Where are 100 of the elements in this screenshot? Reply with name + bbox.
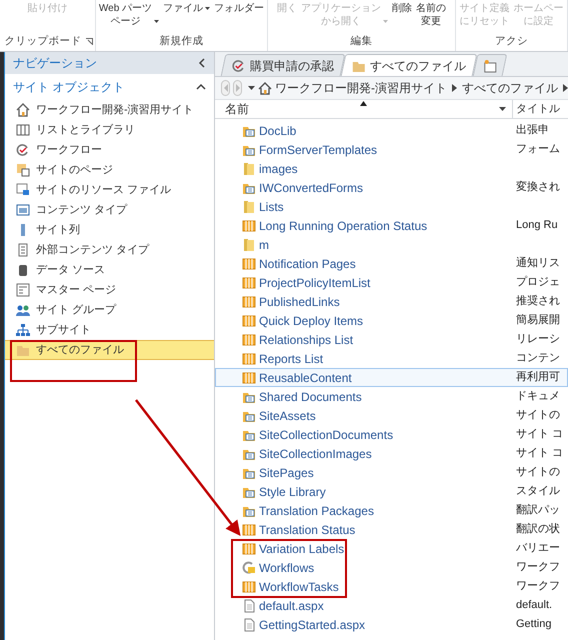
page-layout-icon xyxy=(16,283,30,297)
file-name[interactable]: Lists xyxy=(259,198,284,216)
image-icon xyxy=(16,183,30,197)
table-row[interactable]: default.aspx default. xyxy=(215,596,568,615)
window-icon xyxy=(16,203,30,217)
table-row[interactable]: images xyxy=(215,159,568,178)
table-row[interactable]: DocLib 出張申 xyxy=(215,121,568,140)
table-cell-text: 翻訳パッ xyxy=(515,503,560,518)
workflow-icon xyxy=(16,143,30,157)
file-name[interactable]: Notification Pages xyxy=(259,254,356,272)
file-name[interactable]: IWConvertedForms xyxy=(259,178,364,196)
file-name[interactable]: WorkflowTasks xyxy=(259,578,339,596)
launcher-icon[interactable] xyxy=(86,38,92,45)
table-row[interactable]: Lists xyxy=(215,197,568,216)
file-name[interactable]: DocLib xyxy=(259,122,296,140)
file-name[interactable]: FormServerTemplates xyxy=(259,140,378,158)
table-row[interactable]: Long Running Operation Status Long Ru xyxy=(215,216,568,235)
table-row[interactable]: FormServerTemplates フォーム xyxy=(215,140,568,159)
ribbon-button[interactable]: ファイル xyxy=(163,2,210,15)
nav-item[interactable]: すべてのファイル xyxy=(5,340,214,360)
nav-item[interactable]: コンテンツ タイプ xyxy=(5,200,214,220)
table-cell-text: 出張申 xyxy=(515,123,549,138)
ribbon-button[interactable]: 削除 xyxy=(392,2,412,15)
file-name[interactable]: SiteCollectionDocuments xyxy=(259,426,394,444)
dropdown-icon[interactable] xyxy=(499,107,506,111)
ribbon-button[interactable]: 名前の 変更 xyxy=(416,2,446,28)
table-row[interactable]: ProjectPolicyItemList プロジェ xyxy=(215,273,568,292)
file-name[interactable]: SiteAssets xyxy=(259,406,316,424)
column-header[interactable]: 名前 xyxy=(225,100,249,118)
ribbon-button[interactable]: Web パーツ ページ xyxy=(98,2,160,28)
nav-item[interactable]: サイト列 xyxy=(5,220,214,240)
nav-title: ナビゲーション xyxy=(13,55,97,72)
file-name[interactable]: ReusableContent xyxy=(259,368,352,386)
table-row[interactable]: Notification Pages 通知リス xyxy=(215,254,568,273)
nav-item[interactable]: サイトのページ xyxy=(5,160,214,180)
tab[interactable]: すべてのファイル xyxy=(340,54,478,76)
table-row[interactable]: PublishedLinks 推奨され xyxy=(215,292,568,311)
file-name[interactable]: default.aspx xyxy=(259,596,324,614)
pages-icon xyxy=(16,163,30,177)
file-name[interactable]: PublishedLinks xyxy=(259,292,340,310)
file-name[interactable]: m xyxy=(259,236,269,254)
ribbon-button[interactable]: フォルダー xyxy=(214,2,264,15)
file-name[interactable]: Reports List xyxy=(259,350,324,368)
nav-item[interactable]: ワークフロー xyxy=(5,140,214,160)
collapse-icon[interactable] xyxy=(196,83,206,91)
new-tab-icon[interactable] xyxy=(482,58,497,72)
table-row[interactable]: SiteCollectionImages サイト コ xyxy=(215,444,568,463)
file-name[interactable]: Long Running Operation Status xyxy=(259,216,428,234)
dropdown-icon[interactable] xyxy=(248,86,255,90)
file-name[interactable]: Shared Documents xyxy=(259,388,362,406)
nav-item[interactable]: サイトのリソース ファイル xyxy=(5,180,214,200)
nav-item[interactable]: リストとライブラリ xyxy=(5,120,214,140)
list-icon xyxy=(242,542,256,556)
nav-item[interactable]: マスター ページ xyxy=(5,280,214,300)
breadcrumb-link[interactable]: すべてのファイル xyxy=(462,79,558,97)
table-row[interactable]: SiteCollectionDocuments サイト コ xyxy=(215,425,568,444)
section-header: サイト オブジェクト xyxy=(13,79,124,96)
nav-item[interactable]: データ ソース xyxy=(5,260,214,280)
table-row[interactable]: WorkflowTasks ワークフ xyxy=(215,577,568,596)
table-row[interactable]: m xyxy=(215,235,568,254)
file-name[interactable]: Variation Labels xyxy=(259,540,344,558)
list-icon xyxy=(242,276,256,290)
table-row[interactable]: Translation Packages 翻訳パッ xyxy=(215,501,568,520)
table-row[interactable]: SitePages サイトの xyxy=(215,463,568,482)
file-name[interactable]: Style Library xyxy=(259,482,326,500)
table-row[interactable]: Quick Deploy Items 簡易展開 xyxy=(215,311,568,330)
file-name[interactable]: SiteCollectionImages xyxy=(259,444,372,462)
nav-item[interactable]: サブサイト xyxy=(5,320,214,340)
table-row[interactable]: Workflows ワークフ xyxy=(215,558,568,577)
table-row[interactable]: Variation Labels バリエー xyxy=(215,539,568,558)
table-row[interactable]: Shared Documents ドキュメ xyxy=(215,387,568,406)
file-name[interactable]: ProjectPolicyItemList xyxy=(259,274,370,292)
breadcrumb-link[interactable]: ワークフロー開発-演習用サイト xyxy=(275,79,447,97)
file-name[interactable]: Workflows xyxy=(259,558,314,576)
file-name[interactable]: GettingStarted.aspx xyxy=(259,616,366,634)
table-row[interactable]: SiteAssets サイトの xyxy=(215,406,568,425)
file-name[interactable]: Relationships List xyxy=(259,330,354,348)
file-name[interactable]: Translation Packages xyxy=(259,502,374,520)
table-row[interactable]: Style Library スタイル xyxy=(215,482,568,501)
table-row[interactable]: ReusableContent 再利用可 xyxy=(215,368,568,387)
file-name[interactable]: images xyxy=(259,160,298,178)
new-tab-button[interactable] xyxy=(472,54,508,76)
file-name[interactable]: Quick Deploy Items xyxy=(259,312,364,330)
table-row[interactable]: Translation Status 翻訳の状 xyxy=(215,520,568,539)
list-icon xyxy=(242,522,256,536)
nav-item[interactable]: ワークフロー開発-演習用サイト xyxy=(5,100,214,120)
table-row[interactable]: Reports List コンテン xyxy=(215,349,568,368)
column-header[interactable]: タイトル xyxy=(516,100,560,118)
workflow-icon xyxy=(232,58,246,72)
nav-item[interactable]: 外部コンテンツ タイプ xyxy=(5,240,214,260)
table-row[interactable]: GettingStarted.aspx Getting xyxy=(215,615,568,634)
table-row[interactable]: Relationships List リレーシ xyxy=(215,330,568,349)
collapse-icon[interactable] xyxy=(198,58,206,68)
file-name[interactable]: Translation Status xyxy=(259,520,356,538)
tab[interactable]: 購買申請の承認 xyxy=(220,54,346,76)
file-name[interactable]: SitePages xyxy=(259,464,314,482)
database-icon xyxy=(16,263,30,277)
nav-item[interactable]: サイト グループ xyxy=(5,300,214,320)
folder-icon xyxy=(242,200,256,214)
table-row[interactable]: IWConvertedForms 変換され xyxy=(215,178,568,197)
